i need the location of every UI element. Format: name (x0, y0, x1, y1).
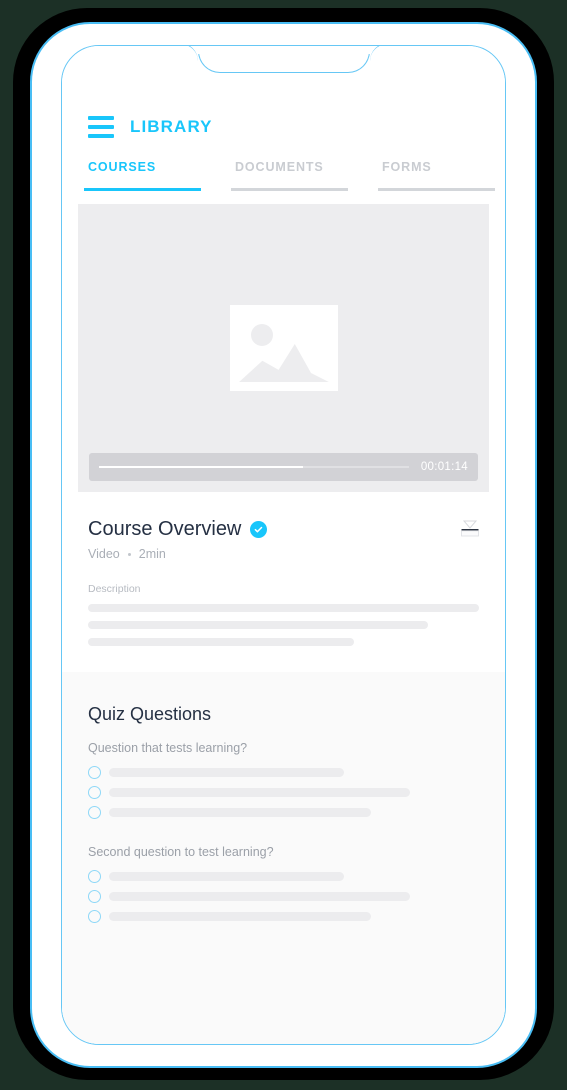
image-placeholder-sun (251, 323, 274, 346)
quiz-option[interactable] (88, 766, 479, 779)
course-title-row: Course Overview (88, 518, 479, 541)
video-progress-fill (99, 466, 304, 468)
course-duration: 2min (138, 547, 166, 561)
course-meta: Video 2min (88, 547, 479, 561)
radio-unchecked-icon[interactable] (88, 766, 101, 779)
quiz-option[interactable] (88, 786, 479, 799)
hamburger-bar (88, 134, 114, 138)
quiz-option-skeleton (109, 872, 344, 881)
radio-unchecked-icon[interactable] (88, 806, 101, 819)
description-label: Description (88, 583, 141, 595)
quiz-question-block: Second question to test learning? (88, 845, 479, 923)
image-placeholder-mountain (238, 343, 329, 382)
quiz-question-text: Question that tests learning? (88, 741, 248, 755)
hamburger-bar (88, 125, 114, 129)
quiz-option-skeleton (109, 912, 371, 921)
video-timecode: 00:01:14 (420, 461, 468, 473)
quiz-option-skeleton (109, 808, 371, 817)
course-detail: Course Overview Video 2min Description (62, 492, 505, 672)
image-placeholder-icon (229, 305, 338, 391)
radio-unchecked-icon[interactable] (88, 870, 101, 883)
phone-screen: LIBRARY COURSES DOCUMENTS FORMS 00:01:14… (61, 45, 506, 1045)
quiz-option[interactable] (88, 890, 479, 903)
download-glyph (461, 520, 479, 537)
radio-unchecked-icon[interactable] (88, 910, 101, 923)
tab-courses-underline (84, 188, 201, 191)
radio-unchecked-icon[interactable] (88, 786, 101, 799)
tab-forms[interactable]: FORMS (356, 160, 503, 191)
app-title: LIBRARY (130, 117, 213, 136)
description-skeleton-line (88, 638, 354, 646)
hamburger-menu-icon[interactable] (88, 116, 114, 138)
image-placeholder-inner (238, 314, 329, 382)
quiz-section: Quiz Questions Question that tests learn… (62, 672, 505, 1044)
description-skeleton-line (88, 621, 429, 629)
quiz-option[interactable] (88, 910, 479, 923)
meta-separator-dot (127, 552, 131, 556)
quiz-option[interactable] (88, 806, 479, 819)
quiz-option-skeleton (109, 892, 411, 901)
quiz-question-block: Question that tests learning? (88, 741, 479, 819)
course-type: Video (88, 547, 120, 561)
tab-courses[interactable]: COURSES (62, 160, 209, 191)
quiz-option-skeleton (109, 768, 344, 777)
quiz-title: Quiz Questions (88, 704, 212, 724)
phone-notch (197, 46, 370, 73)
radio-unchecked-icon[interactable] (88, 890, 101, 903)
tab-forms-label: FORMS (382, 160, 432, 174)
description-skeleton-line (88, 604, 479, 612)
tab-documents[interactable]: DOCUMENTS (209, 160, 356, 191)
tab-documents-label: DOCUMENTS (235, 160, 324, 174)
quiz-option[interactable] (88, 870, 479, 883)
hamburger-bar (88, 116, 114, 120)
check-badge-icon (250, 521, 268, 538)
video-controls: 00:01:14 (89, 453, 478, 481)
course-title: Course Overview (88, 518, 242, 540)
app-viewport: LIBRARY COURSES DOCUMENTS FORMS 00:01:14… (62, 46, 505, 1044)
tab-documents-underline (231, 188, 348, 191)
tab-bar: COURSES DOCUMENTS FORMS (62, 160, 505, 191)
video-player[interactable]: 00:01:14 (78, 204, 489, 492)
video-progress-bar[interactable] (99, 466, 409, 468)
download-icon[interactable] (457, 519, 483, 543)
check-glyph (255, 526, 263, 533)
tab-forms-underline (378, 188, 495, 191)
tab-courses-label: COURSES (88, 160, 157, 174)
quiz-question-text: Second question to test learning? (88, 845, 274, 859)
quiz-option-skeleton (109, 788, 411, 797)
